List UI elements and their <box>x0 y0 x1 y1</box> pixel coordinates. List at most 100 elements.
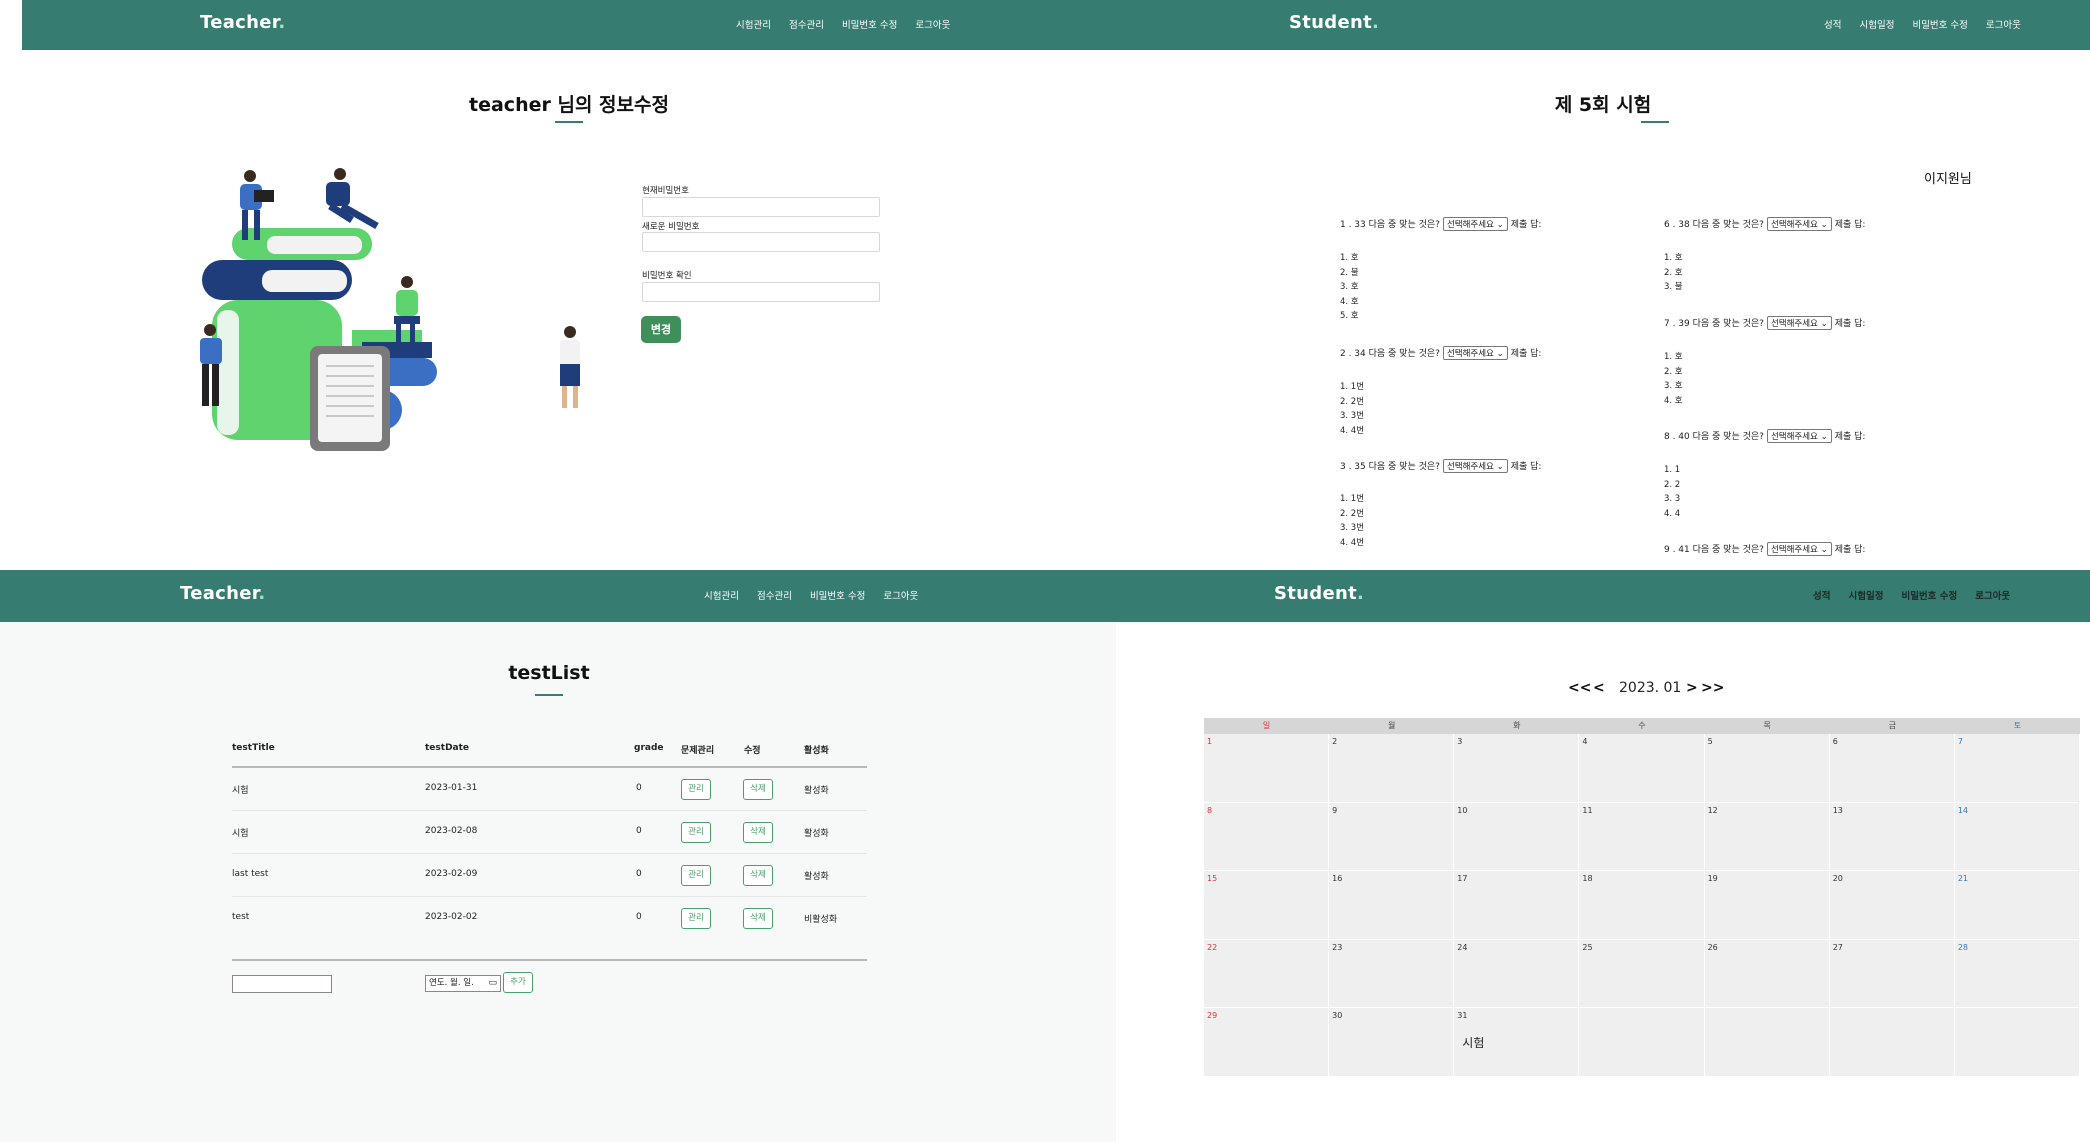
day-cell[interactable]: 25 <box>1579 939 1705 1008</box>
day-cell[interactable]: 11 <box>1579 802 1705 871</box>
brand-logo[interactable]: Student. <box>1274 583 1364 604</box>
nav-item-logout[interactable]: 로그아웃 <box>1986 17 2021 31</box>
answer-select[interactable]: 선택해주세요 ⌄ <box>1766 429 1832 443</box>
day-cell[interactable]: 8 <box>1204 802 1330 871</box>
confirm-password-label: 비밀번호 확인 <box>642 271 692 281</box>
nav-item-exam-manage[interactable]: 시험관리 <box>736 17 771 31</box>
nav-item-password[interactable]: 비밀번호 수정 <box>1901 588 1957 602</box>
option-list: 1. 1번 2. 2번 3. 3번 4. 4번 <box>1340 382 1365 436</box>
nav-item-exam-manage[interactable]: 시험관리 <box>704 588 739 602</box>
active-toggle[interactable]: 비활성화 <box>804 912 837 925</box>
nav-item-exam-schedule[interactable]: 시험일정 <box>1859 17 1894 31</box>
manage-button[interactable]: 관리 <box>681 779 711 800</box>
row-title: 시험 <box>232 829 249 839</box>
day-cell[interactable]: 9 <box>1329 802 1455 871</box>
manage-button[interactable]: 관리 <box>681 822 711 843</box>
question-item: 3 . 35 다음 중 맞는 것은? 선택해주세요 ⌄ 제출 답: <box>1340 459 1541 473</box>
manage-button[interactable]: 관리 <box>681 865 711 886</box>
day-cell[interactable]: 7 <box>1954 734 2080 803</box>
confirm-password-input[interactable] <box>642 282 880 302</box>
day-cell[interactable]: 15 <box>1204 871 1330 940</box>
nav-item-grades[interactable]: 성적 <box>1824 17 1841 31</box>
day-cell[interactable]: 18 <box>1579 871 1705 940</box>
day-cell[interactable]: 13 <box>1829 802 1955 871</box>
col-header-edit: 수정 <box>744 746 761 756</box>
nav-item-password[interactable]: 비밀번호 수정 <box>1912 17 1967 31</box>
row-title: test <box>232 912 250 922</box>
nav-item-grades[interactable]: 성적 <box>1813 588 1830 602</box>
answer-select[interactable]: 선택해주세요 ⌄ <box>1442 346 1508 360</box>
calendar-icon: ▭ <box>488 978 497 988</box>
row-date: 2023-02-08 <box>425 826 478 836</box>
day-cell[interactable]: 16 <box>1329 871 1455 940</box>
day-cell[interactable]: 4 <box>1579 734 1705 803</box>
active-toggle[interactable]: 활성화 <box>804 826 829 839</box>
empty-cell <box>1704 1008 1830 1077</box>
day-cell[interactable]: 23 <box>1329 939 1455 1008</box>
answer-select[interactable]: 선택해주세요 ⌄ <box>1766 316 1832 330</box>
next-year-button[interactable]: >> <box>1701 680 1724 696</box>
delete-button[interactable]: 삭제 <box>743 822 773 843</box>
nav-item-exam-schedule[interactable]: 시험일정 <box>1848 588 1883 602</box>
day-cell[interactable]: 1 <box>1204 734 1330 803</box>
day-cell[interactable]: 19 <box>1704 871 1830 940</box>
answer-select[interactable]: 선택해주세요 ⌄ <box>1766 217 1832 231</box>
delete-button[interactable]: 삭제 <box>743 779 773 800</box>
nav-item-logout[interactable]: 로그아웃 <box>1975 588 2010 602</box>
nav-item-logout[interactable]: 로그아웃 <box>915 17 950 31</box>
teacher-password-panel: Teacher. 시험관리 점수관리 비밀번호 수정 로그아웃 teacher … <box>22 0 1116 570</box>
active-toggle[interactable]: 활성화 <box>804 869 829 882</box>
day-cell[interactable]: 30 <box>1329 1008 1455 1077</box>
day-cell[interactable]: 20 <box>1829 871 1955 940</box>
weekday-wed: 수 <box>1638 721 1646 730</box>
prev-month-button[interactable]: < <box>1593 680 1605 696</box>
day-cell[interactable]: 31 시험 <box>1454 1008 1580 1077</box>
nav-item-password[interactable]: 비밀번호 수정 <box>810 588 865 602</box>
day-cell[interactable]: 6 <box>1829 734 1955 803</box>
answer-select[interactable]: 선택해주세요 ⌄ <box>1766 542 1832 556</box>
current-password-input[interactable] <box>642 197 880 217</box>
top-navbar: Teacher. 시험관리 점수관리 비밀번호 수정 로그아웃 <box>22 0 1116 50</box>
calendar-event[interactable]: 시험 <box>1462 1034 1484 1051</box>
brand-logo[interactable]: Student. <box>1289 12 1379 33</box>
question-item: 2 . 34 다음 중 맞는 것은? 선택해주세요 ⌄ 제출 답: <box>1340 346 1541 360</box>
nav-item-logout[interactable]: 로그아웃 <box>883 588 918 602</box>
prev-year-button[interactable]: << <box>1568 680 1591 696</box>
col-header-title: testTitle <box>232 743 275 753</box>
day-cell[interactable]: 24 <box>1454 939 1580 1008</box>
change-password-button[interactable]: 변경 <box>641 316 681 343</box>
row-grade: 0 <box>636 869 642 879</box>
brand-logo[interactable]: Teacher. <box>200 12 286 33</box>
day-cell[interactable]: 17 <box>1454 871 1580 940</box>
day-cell[interactable]: 28 <box>1954 939 2080 1008</box>
answer-select[interactable]: 선택해주세요 ⌄ <box>1442 217 1508 231</box>
day-cell[interactable]: 12 <box>1704 802 1830 871</box>
nav-item-score-manage[interactable]: 점수관리 <box>757 588 792 602</box>
day-cell[interactable]: 10 <box>1454 802 1580 871</box>
new-test-date-input[interactable]: 연도. 월. 일. ▭ <box>425 975 501 992</box>
day-cell[interactable]: 14 <box>1954 802 2080 871</box>
day-cell[interactable]: 2 <box>1329 734 1455 803</box>
day-cell[interactable]: 26 <box>1704 939 1830 1008</box>
answer-select[interactable]: 선택해주세요 ⌄ <box>1442 459 1508 473</box>
day-cell[interactable]: 21 <box>1954 871 2080 940</box>
day-cell[interactable]: 29 <box>1204 1008 1330 1077</box>
delete-button[interactable]: 삭제 <box>743 865 773 886</box>
nav-item-password[interactable]: 비밀번호 수정 <box>842 17 897 31</box>
delete-button[interactable]: 삭제 <box>743 908 773 929</box>
day-cell[interactable]: 5 <box>1704 734 1830 803</box>
add-test-button[interactable]: 추가 <box>503 972 533 993</box>
option-list: 1. 호 2. 불 3. 호 4. 호 5. 호 <box>1340 253 1359 321</box>
nav-item-score-manage[interactable]: 점수관리 <box>789 17 824 31</box>
new-password-input[interactable] <box>642 232 880 252</box>
new-test-title-input[interactable] <box>232 975 332 993</box>
day-cell[interactable]: 3 <box>1454 734 1580 803</box>
day-cell[interactable]: 27 <box>1829 939 1955 1008</box>
next-month-button[interactable]: > <box>1686 680 1698 696</box>
brand-logo[interactable]: Teacher. <box>180 583 266 604</box>
manage-button[interactable]: 관리 <box>681 908 711 929</box>
day-cell[interactable]: 22 <box>1204 939 1330 1008</box>
active-toggle[interactable]: 활성화 <box>804 783 829 796</box>
weekday-mon: 월 <box>1388 721 1396 730</box>
nav-menu: 성적 시험일정 비밀번호 수정 로그아웃 <box>1813 588 2010 602</box>
